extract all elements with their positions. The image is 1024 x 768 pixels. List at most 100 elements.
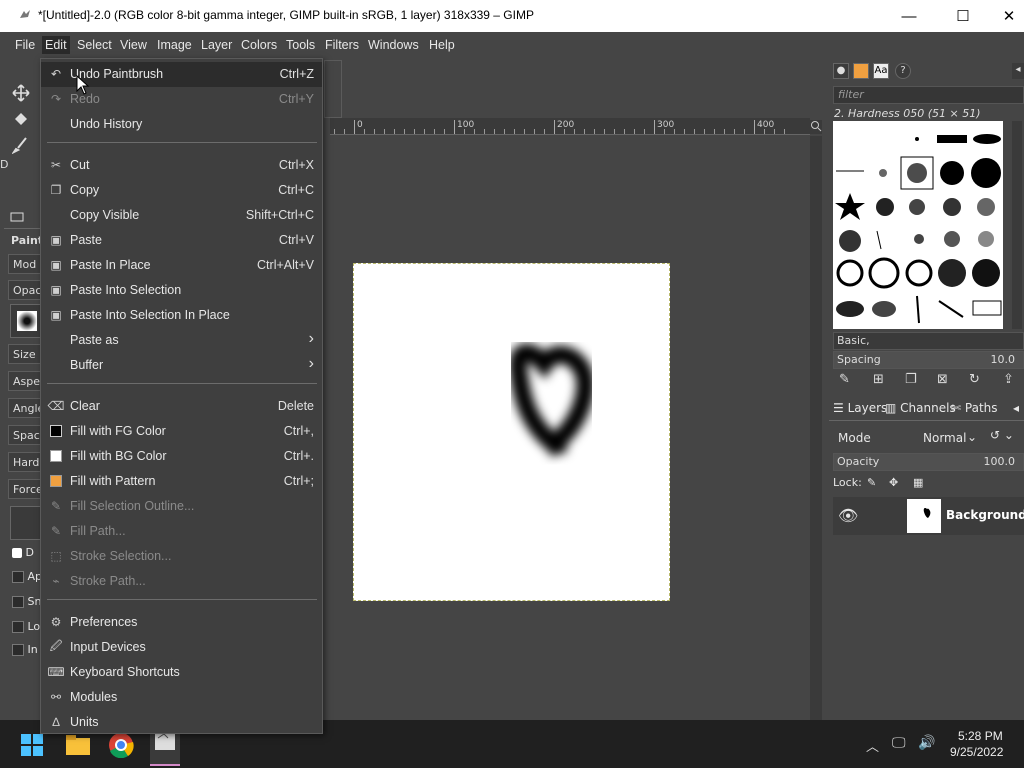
option-incremental[interactable]: In: [12, 643, 38, 656]
layer-mode-row[interactable]: Mode Normal ⌄: [833, 428, 983, 448]
tab-paths[interactable]: ✄ Paths: [951, 401, 998, 415]
mode-field[interactable]: Mod: [8, 254, 42, 274]
move-tool-icon[interactable]: [12, 84, 30, 102]
menu-item-paste-into-selection-in-place[interactable]: ▣ Paste Into Selection In Place: [41, 303, 322, 328]
layer-opacity-slider[interactable]: Opacity 100.0: [833, 453, 1024, 471]
size-field[interactable]: Size: [8, 344, 42, 364]
menu-select[interactable]: Select: [74, 36, 115, 54]
menu-item-paste-into-selection[interactable]: ▣ Paste Into Selection: [41, 278, 322, 303]
hardness-field[interactable]: Hardn: [8, 452, 42, 472]
new-brush-icon[interactable]: ⊞: [873, 372, 884, 387]
option-dynamics[interactable]: D: [12, 546, 34, 559]
volume-icon[interactable]: 🔊: [918, 735, 935, 751]
brush-grid-scrollbar[interactable]: [1012, 121, 1022, 329]
menu-item-input-devices[interactable]: 🖉 Input Devices: [41, 635, 322, 660]
layer-visibility-eye-icon[interactable]: 👁: [838, 506, 858, 525]
menu-item-paste[interactable]: ▣ Paste Ctrl+V: [41, 228, 322, 253]
delete-brush-icon[interactable]: ⊠: [937, 372, 948, 387]
tray-chevron-icon[interactable]: ︿: [866, 736, 879, 755]
layers-panel-menu-icon[interactable]: ◂: [1013, 401, 1019, 415]
menu-item-fill-fg[interactable]: Fill with FG Color Ctrl+,: [41, 419, 322, 444]
clock-time[interactable]: 5:28 PM: [958, 729, 1003, 743]
menu-tools[interactable]: Tools: [283, 36, 318, 54]
menu-help[interactable]: Help: [426, 36, 458, 54]
clock-date[interactable]: 9/25/2022: [950, 745, 1003, 759]
lock-position-icon[interactable]: ✥: [889, 476, 898, 489]
undo-icon: ↶: [50, 67, 62, 81]
open-brush-as-image-icon[interactable]: ⇪: [1003, 372, 1014, 387]
menu-edit[interactable]: Edit: [42, 36, 70, 54]
spacing-field[interactable]: Spaci: [8, 425, 42, 445]
layer-thumbnail-stroke: [923, 508, 931, 518]
paintbrush-tool-icon[interactable]: [12, 136, 30, 154]
lock-alpha-icon[interactable]: ▦: [913, 476, 923, 489]
brush-filter-input[interactable]: filter: [833, 86, 1024, 104]
menu-item-undo-history[interactable]: Undo History: [41, 112, 322, 137]
menu-item-fill-path[interactable]: ✎ Fill Path...: [41, 519, 322, 544]
option-smooth[interactable]: Sn: [12, 595, 41, 608]
menu-windows[interactable]: Windows: [365, 36, 422, 54]
windows-start-icon[interactable]: [20, 733, 44, 757]
bucket-fill-icon[interactable]: [12, 110, 30, 128]
chrome-icon[interactable]: [108, 732, 134, 758]
menu-filters[interactable]: Filters: [322, 36, 362, 54]
option-apply-jitter[interactable]: Ap: [12, 570, 42, 583]
close-button[interactable]: ✕: [986, 0, 1024, 32]
menu-item-preferences[interactable]: ⚙ Preferences: [41, 610, 322, 635]
menu-layer[interactable]: Layer: [198, 36, 235, 54]
image-canvas[interactable]: [353, 263, 670, 601]
help-tab-icon[interactable]: ?: [895, 63, 911, 79]
file-explorer-icon[interactable]: [65, 734, 91, 756]
menu-item-units[interactable]: ∆ Units: [41, 710, 322, 735]
brush-spacing-slider[interactable]: Spacing 10.0: [833, 351, 1024, 369]
menu-view[interactable]: View: [117, 36, 150, 54]
menu-item-buffer[interactable]: Buffer ›: [41, 353, 322, 378]
menu-item-stroke-path[interactable]: ⌁ Stroke Path...: [41, 569, 322, 594]
edit-brush-icon[interactable]: ✎: [839, 372, 850, 387]
tool-options-tab[interactable]: [4, 208, 42, 229]
lock-pixels-icon[interactable]: ✎: [867, 476, 876, 489]
menu-image[interactable]: Image: [154, 36, 195, 54]
layer-mode-options[interactable]: ↺ ⌄: [990, 428, 1024, 448]
maximize-button[interactable]: ☐: [940, 0, 986, 32]
menu-item-copy-visible[interactable]: Copy Visible Shift+Ctrl+C: [41, 203, 322, 228]
brush-grid[interactable]: [833, 121, 1003, 329]
menu-item-fill-selection-outline[interactable]: ✎ Fill Selection Outline...: [41, 494, 322, 519]
menu-item-stroke-selection[interactable]: ⬚ Stroke Selection...: [41, 544, 322, 569]
brush-tag-field[interactable]: Basic,: [833, 332, 1024, 350]
menu-item-fill-pattern[interactable]: Fill with Pattern Ctrl+;: [41, 469, 322, 494]
menu-item-paste-as[interactable]: Paste as ›: [41, 328, 322, 353]
menu-file[interactable]: File: [12, 36, 38, 54]
aspect-field[interactable]: Aspe: [8, 371, 42, 391]
tab-channels[interactable]: ▥ Channels: [885, 401, 956, 415]
option-lock[interactable]: Lo: [12, 620, 40, 633]
angle-field[interactable]: Angle: [8, 398, 42, 418]
vertical-scrollbar[interactable]: [810, 136, 822, 720]
zoom-toggle-button[interactable]: [810, 120, 822, 134]
force-field[interactable]: Force: [8, 479, 42, 499]
brushes-tab-icon[interactable]: ●: [833, 63, 849, 79]
menu-item-cut[interactable]: ✂ Cut Ctrl+X: [41, 153, 322, 178]
refresh-brushes-icon[interactable]: ↻: [969, 372, 980, 387]
brush-preview[interactable]: [10, 304, 44, 338]
menu-item-fill-bg[interactable]: Fill with BG Color Ctrl+.: [41, 444, 322, 469]
menu-item-modules[interactable]: ⚯ Modules: [41, 685, 322, 710]
opacity-field[interactable]: Opac: [8, 280, 42, 300]
dynamics-preview[interactable]: [10, 506, 44, 540]
image-tab[interactable]: [324, 60, 342, 118]
layer-row-background[interactable]: 👁 Background: [833, 497, 1024, 535]
tab-layers[interactable]: ☰ Layers: [833, 401, 887, 415]
network-icon[interactable]: 🖵: [892, 735, 906, 751]
menu-item-copy[interactable]: ❐ Copy Ctrl+C: [41, 178, 322, 203]
menu-item-paste-in-place[interactable]: ▣ Paste In Place Ctrl+Alt+V: [41, 253, 322, 278]
tab-layers-label: Layers: [847, 401, 888, 415]
patterns-tab-icon[interactable]: [853, 63, 869, 79]
menu-colors[interactable]: Colors: [238, 36, 280, 54]
panel-menu-icon[interactable]: ◂: [1012, 63, 1024, 79]
fonts-tab-icon[interactable]: Aa: [873, 63, 889, 79]
paste-into-selection-icon: ▣: [50, 283, 62, 297]
minimize-button[interactable]: —: [886, 0, 932, 32]
menu-item-keyboard-shortcuts[interactable]: ⌨ Keyboard Shortcuts: [41, 660, 322, 685]
menu-item-clear[interactable]: ⌫ Clear Delete: [41, 394, 322, 419]
duplicate-brush-icon[interactable]: ❐: [905, 372, 917, 387]
